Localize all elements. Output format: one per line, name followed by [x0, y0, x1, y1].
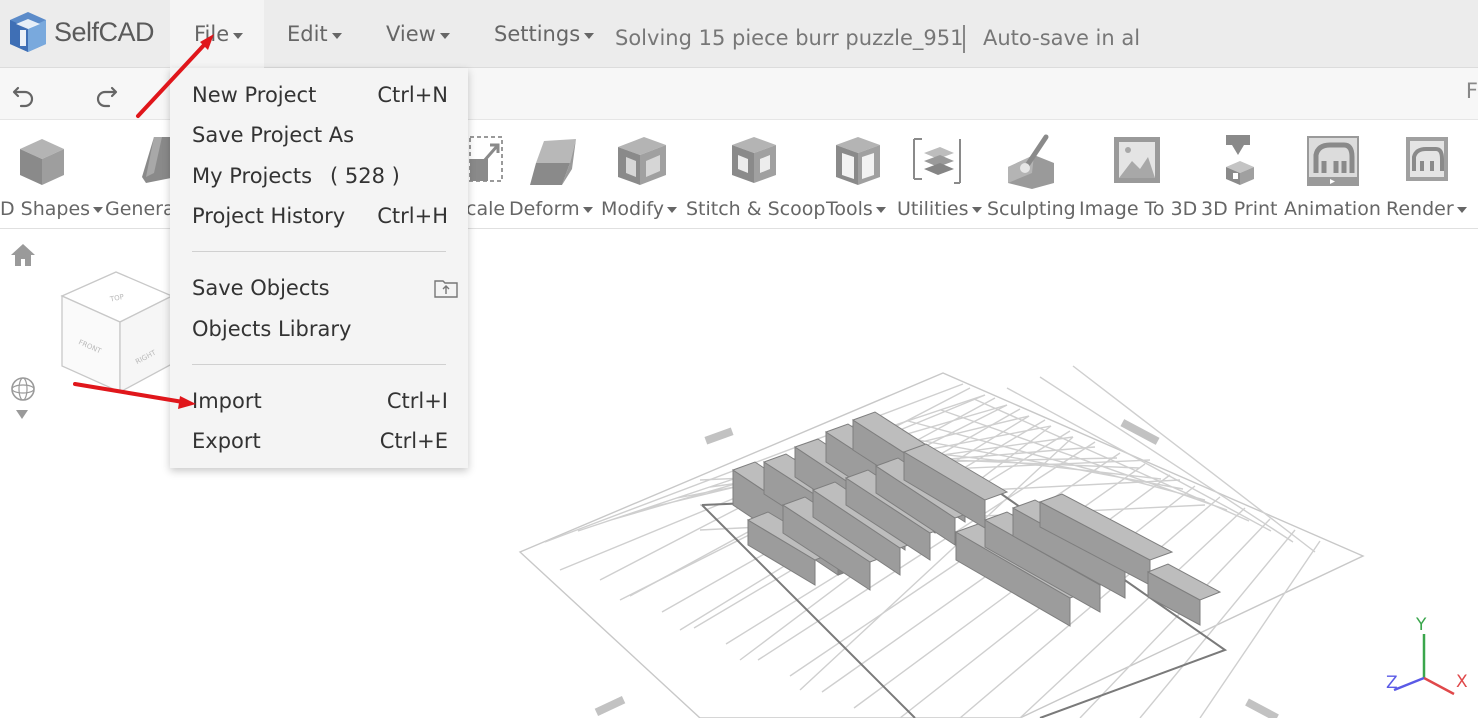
- stitch-scoop-icon: [732, 137, 776, 183]
- tool-sculpting[interactable]: Sculpting: [984, 121, 1076, 229]
- tool-3d-print[interactable]: 3D Print: [1198, 121, 1282, 229]
- menu-item-label: Project History: [192, 204, 346, 228]
- tool-label: D Shapes: [0, 198, 104, 220]
- project-title[interactable]: Solving 15 piece burr puzzle_951: [615, 26, 963, 50]
- tool-label: Render: [1386, 198, 1467, 220]
- autosave-status: Auto-save in al: [983, 26, 1141, 50]
- menu-item-label: Save Project As: [192, 123, 355, 147]
- selfcad-logo[interactable]: SelfCAD: [6, 8, 155, 56]
- tool-label: Stitch & Scoop: [686, 198, 826, 220]
- animation-icon: [1307, 136, 1359, 186]
- chevron-down-icon: [666, 206, 677, 213]
- brand-name: SelfCAD: [54, 16, 155, 47]
- menu-item-new-project[interactable]: New Project Ctrl+N: [192, 78, 448, 112]
- tool-label: Deform: [509, 198, 593, 220]
- menu-bar: SelfCAD File Edit View Settings Solving …: [0, 0, 1478, 68]
- menu-item-label: Import: [192, 389, 262, 413]
- tool-deform[interactable]: Deform: [506, 121, 598, 229]
- project-count: ( 528 ): [330, 164, 400, 188]
- render-icon: [1406, 137, 1448, 181]
- shortcut-label: Ctrl+I: [386, 389, 448, 413]
- tool-label: Animation: [1284, 198, 1381, 220]
- menu-item-my-projects[interactable]: My Projects ( 528 ): [192, 159, 448, 193]
- undo-icon[interactable]: [11, 82, 37, 108]
- menu-item-objects-library[interactable]: Objects Library: [192, 312, 448, 346]
- tool-3d-shapes[interactable]: D Shapes: [0, 121, 104, 229]
- menu-item-project-history[interactable]: Project History Ctrl+H: [192, 199, 448, 233]
- utilities-icon: [913, 138, 961, 184]
- menu-edit[interactable]: Edit: [287, 0, 342, 68]
- tool-image-to-3d[interactable]: Image To 3D: [1076, 121, 1198, 229]
- menu-item-save-project-as[interactable]: Save Project As: [192, 118, 448, 152]
- file-menu-dropdown: New Project Ctrl+N Save Project As My Pr…: [170, 68, 468, 468]
- home-icon[interactable]: [10, 242, 36, 268]
- axis-z-label: Z: [1386, 673, 1398, 693]
- redo-icon[interactable]: [93, 82, 119, 108]
- menu-item-label: Objects Library: [192, 317, 352, 341]
- tool-tools[interactable]: Tools: [822, 121, 894, 229]
- chevron-down-icon: [875, 206, 886, 213]
- chevron-down-icon: [1456, 206, 1467, 213]
- tool-label: Tools: [826, 198, 886, 220]
- tools-icon: [836, 137, 880, 185]
- scale-icon: [469, 136, 503, 182]
- tool-label: Sculpting: [987, 198, 1076, 220]
- chevron-down-icon: [233, 32, 244, 39]
- axis-triad: Y X Z: [1386, 615, 1468, 696]
- folder-upload-icon[interactable]: [434, 278, 458, 298]
- image-to-3d-icon: [1114, 137, 1160, 183]
- orbit-icon[interactable]: [9, 375, 37, 403]
- chevron-down-icon: [584, 32, 595, 39]
- menu-item-label: Export: [192, 429, 261, 453]
- tool-utilities[interactable]: Utilities: [894, 121, 984, 229]
- menu-divider: [192, 251, 446, 252]
- tool-label: Image To 3D: [1079, 198, 1198, 220]
- view-cube-graphic: TOP FRONT RIGHT: [60, 271, 174, 394]
- chevron-down-icon: [582, 206, 593, 213]
- chevron-down-icon: [331, 32, 342, 39]
- menu-item-export[interactable]: Export Ctrl+E: [192, 424, 448, 458]
- menu-settings-label: Settings: [494, 22, 581, 46]
- chevron-down-icon: [971, 206, 982, 213]
- menu-item-label: Save Objects: [192, 276, 330, 300]
- tool-modify[interactable]: Modify: [598, 121, 682, 229]
- menu-edit-label: Edit: [287, 22, 328, 46]
- tool-animation[interactable]: Animation: [1282, 121, 1386, 229]
- tool-generators[interactable]: Genera: [100, 121, 176, 229]
- sculpting-icon: [1008, 134, 1054, 189]
- shortcut-label: Ctrl+N: [377, 83, 448, 107]
- menu-item-save-objects[interactable]: Save Objects: [192, 271, 458, 305]
- menu-file[interactable]: File: [170, 0, 264, 68]
- tool-stitch-scoop[interactable]: Stitch & Scoop: [682, 121, 826, 229]
- axis-y-label: Y: [1415, 615, 1427, 635]
- axis-x-label: X: [1456, 672, 1468, 692]
- menu-view-label: View: [386, 22, 436, 46]
- menu-item-label: My Projects: [192, 164, 313, 188]
- menu-item-import[interactable]: Import Ctrl+I: [192, 384, 448, 418]
- orbit-dropdown-caret[interactable]: [16, 410, 28, 419]
- ground-grid: [518, 365, 1365, 718]
- shortcut-label: Ctrl+H: [377, 204, 448, 228]
- menu-view[interactable]: View: [386, 0, 450, 68]
- tool-label: 3D Print: [1201, 198, 1278, 220]
- tool-label: Modify: [601, 198, 677, 220]
- row2-right-text: F: [1465, 79, 1478, 103]
- tool-label: Genera: [105, 198, 175, 220]
- shortcut-label: Ctrl+E: [379, 429, 448, 453]
- view-cube[interactable]: TOP FRONT RIGHT: [58, 268, 178, 398]
- 3d-print-icon: [1226, 135, 1254, 185]
- tool-render[interactable]: Render: [1386, 121, 1478, 229]
- deform-icon: [530, 139, 576, 185]
- selfcad-logo-icon: [10, 12, 46, 52]
- chevron-down-icon: [439, 32, 450, 39]
- menu-file-label: File: [194, 22, 230, 46]
- menu-settings[interactable]: Settings: [494, 0, 595, 68]
- cube-icon: [20, 139, 64, 185]
- menu-item-label: New Project: [192, 83, 317, 107]
- title-divider: [963, 25, 965, 53]
- tool-label: cale: [466, 198, 506, 220]
- tool-label: Utilities: [897, 198, 982, 220]
- menu-divider: [192, 364, 446, 365]
- modify-icon: [618, 137, 666, 185]
